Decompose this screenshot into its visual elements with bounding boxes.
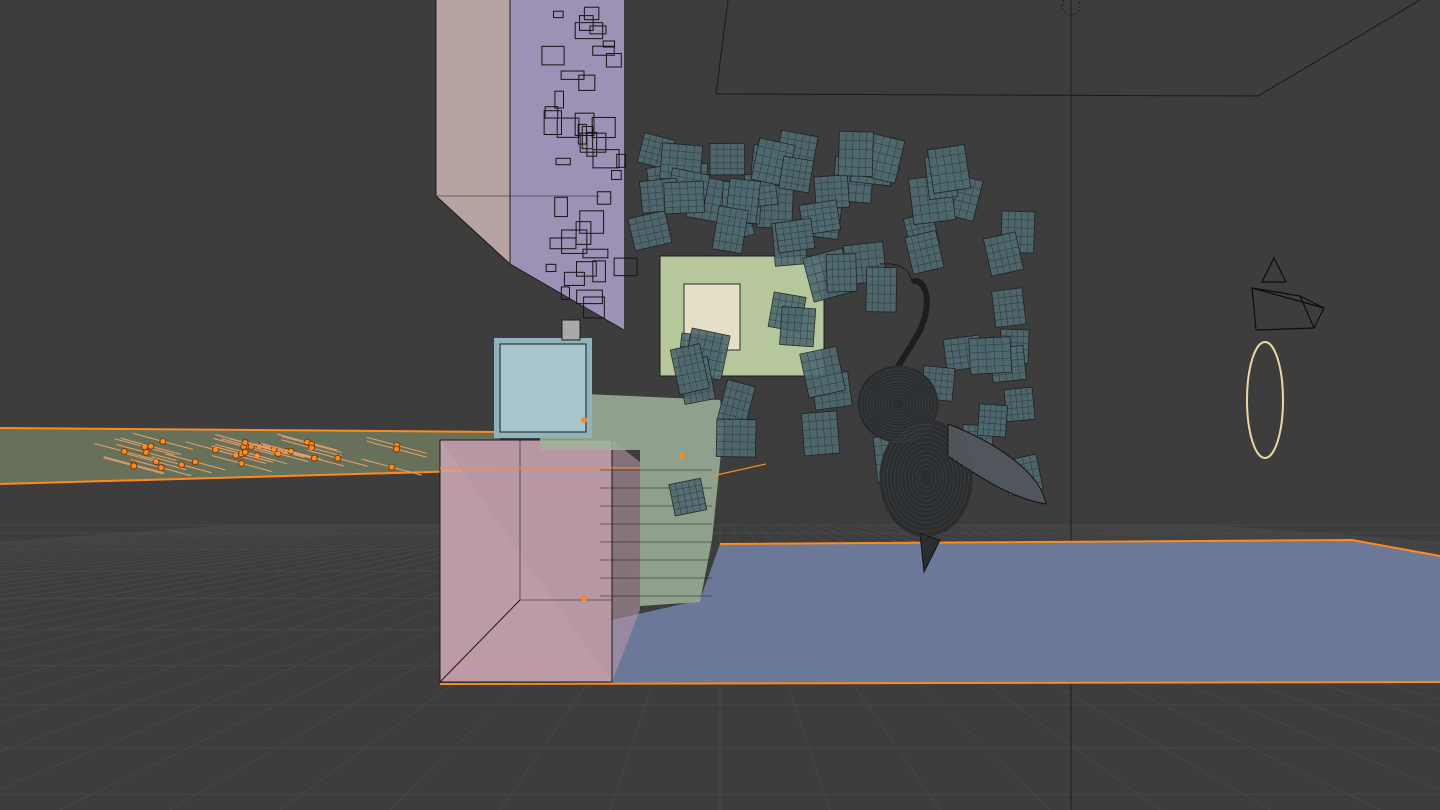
viewport-canvas[interactable] [0,0,1440,810]
scatter-point [310,454,318,462]
scatter-point [157,464,165,472]
paper-note [663,180,705,215]
scatter-point [308,444,316,452]
area-light-ring[interactable] [1246,341,1284,459]
scatter-point [142,448,150,456]
paper-note [926,144,972,194]
constraint-line [711,463,767,477]
object-origin-dot [679,453,685,459]
scatter-point [388,463,396,471]
scatter-point [334,454,342,462]
paper-note [715,418,757,458]
grid-line [0,524,457,586]
grid-line [0,524,301,551]
paper-note [825,253,858,293]
paper-note [1003,386,1036,423]
camera-up-triangle-icon [1261,256,1287,283]
paper-note [799,345,847,399]
grid-line [0,524,385,566]
grid-line [0,524,493,601]
paper-note [976,403,1009,438]
paper-note [668,477,708,517]
object-origin-dot [581,417,587,423]
scatter-point [241,439,249,447]
grid-line [0,524,277,548]
paper-note [865,266,898,313]
paper-note [779,306,817,348]
paper-note [709,142,746,176]
paper-note [774,217,816,254]
paper-note [627,209,673,252]
scatter-point [393,445,401,453]
paper-note [778,155,815,194]
scatter-point [147,442,155,450]
paper-note [800,410,841,457]
3d-viewport[interactable] [0,0,1440,810]
grid-line [0,524,445,582]
scatter-point [191,458,199,466]
scatter-point [130,462,138,470]
paper-note [991,287,1027,328]
paper-note [837,130,874,177]
paper-note [711,205,749,255]
scatter-point [178,461,186,469]
object-origin-dot [581,595,587,601]
scatter-point [238,459,246,467]
lower-cabinet[interactable] [439,439,640,683]
paper-note [968,336,1013,375]
grid-line [0,524,397,569]
scatter-point [120,448,128,456]
camera[interactable] [1251,256,1325,331]
tall-cabinet[interactable] [435,0,625,331]
scatter-point [159,437,167,445]
tv-screen[interactable] [494,319,592,438]
grid-line [0,524,241,543]
scatter-point [241,448,249,456]
grid-line [0,524,289,549]
